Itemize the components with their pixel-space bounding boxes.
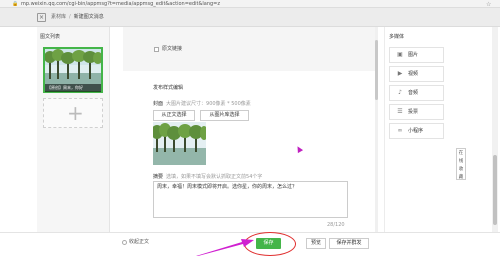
article-thumbnail-caption: 【原创】周末，你好 — [45, 84, 101, 92]
publish-style-heading: 发布样式编辑 — [153, 85, 184, 91]
cover-image-picture — [153, 122, 206, 165]
cover-label-text: 封面 — [153, 101, 164, 107]
article-list-title: 图文列表 — [40, 34, 61, 40]
breadcrumb-item-new-article: 新建图文消息 — [73, 13, 104, 20]
cover-size-hint: 大图片建议尺寸：900像素 * 500像素 — [166, 101, 251, 107]
original-link-checkbox[interactable] — [154, 47, 159, 52]
vote-icon: ☰ — [397, 108, 403, 115]
save-and-send-button[interactable]: 保存并群发 — [329, 238, 369, 249]
star-icon[interactable]: ☆ — [486, 1, 491, 8]
tab-char: 藏 — [458, 175, 464, 180]
media-item-label: 图片 — [408, 52, 419, 58]
media-item-label: 视频 — [408, 71, 419, 77]
summary-char-count: 28/120 — [327, 222, 345, 228]
collapse-body-label[interactable]: 收起正文 — [129, 239, 149, 246]
media-item-label: 小程序 — [408, 128, 424, 134]
summary-label: 摘要 选填，如果不填写会默认抓取正文前54个字 — [153, 173, 262, 180]
breadcrumb-separator: / — [69, 13, 71, 20]
online-favorites-tab[interactable]: 在 线 收 藏 — [456, 148, 466, 180]
tab-char: 收 — [458, 167, 464, 172]
mini-program-icon: ∞ — [397, 127, 403, 134]
breadcrumb: 素材库 / 新建图文消息 — [51, 14, 104, 21]
cover-label: 封面 大图片建议尺寸：900像素 * 500像素 — [153, 100, 251, 107]
media-item-vote[interactable]: ☰ 投票 — [389, 104, 444, 120]
select-from-body-button[interactable]: 从正文选择 — [153, 110, 195, 121]
media-panel-title: 多媒体 — [389, 34, 405, 40]
tab-char: 线 — [458, 159, 464, 164]
select-from-library-button[interactable]: 从图片库选择 — [200, 110, 249, 121]
summary-textarea[interactable]: 周末，幸福！周末模式即将开启。选你星，你的周末，怎么过？ — [153, 181, 348, 218]
add-article-button[interactable]: + — [43, 98, 103, 128]
image-icon: ▣ — [397, 51, 403, 58]
editor-header-section — [123, 27, 375, 71]
media-item-label: 音频 — [408, 90, 419, 96]
page-scrollbar-thumb[interactable] — [493, 155, 497, 225]
annotation-arrow-icon — [196, 239, 254, 256]
media-item-mini-program[interactable]: ∞ 小程序 — [389, 123, 444, 139]
audio-icon: ♪ — [398, 89, 402, 96]
breadcrumb-item-library[interactable]: 素材库 — [51, 14, 66, 20]
plus-icon: + — [67, 101, 84, 125]
media-item-label: 投票 — [408, 109, 419, 115]
video-icon: ▶ — [397, 70, 403, 77]
editor-scrollbar-thumb[interactable] — [375, 40, 378, 100]
media-item-video[interactable]: ▶ 视频 — [389, 66, 444, 82]
summary-hint: 选填，如果不填写会默认抓取正文前54个字 — [166, 174, 263, 180]
media-item-audio[interactable]: ♪ 音频 — [389, 85, 444, 101]
preview-button[interactable]: 预览 — [306, 238, 326, 249]
collapse-body-radio[interactable] — [122, 240, 127, 245]
url-text[interactable]: mp.weixin.qq.com/cgi-bin/appmsg?t=media/… — [21, 1, 220, 8]
summary-label-text: 摘要 — [153, 174, 164, 180]
media-item-image[interactable]: ▣ 图片 — [389, 47, 444, 63]
original-link-label: 原文链接 — [162, 46, 183, 52]
lock-icon: 🔒 — [12, 0, 19, 7]
close-icon[interactable]: × — [37, 13, 46, 22]
cover-image[interactable] — [153, 122, 206, 165]
tab-char: 在 — [458, 151, 464, 156]
